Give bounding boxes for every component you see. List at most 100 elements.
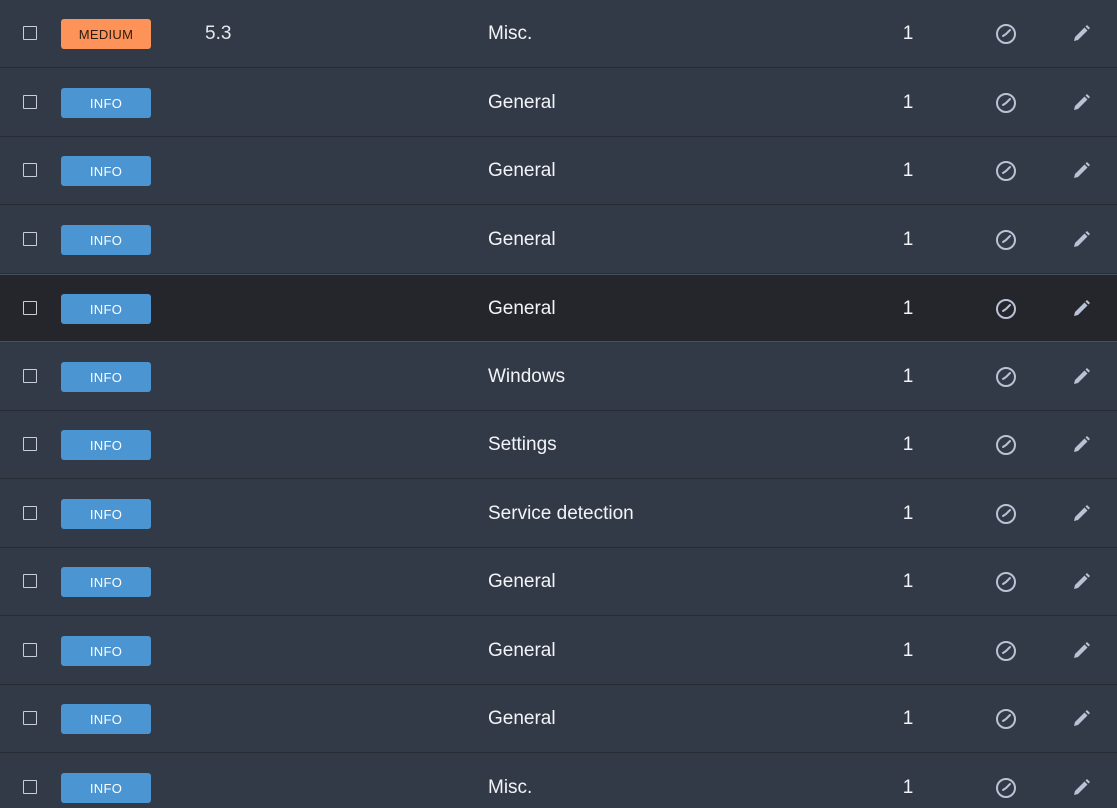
edit-button[interactable] — [1069, 707, 1093, 731]
instance-count: 1 — [902, 298, 914, 319]
severity-badge: MEDIUM — [61, 19, 151, 49]
clock-icon — [996, 230, 1016, 250]
severity-badge: INFO — [61, 499, 151, 529]
clock-icon — [996, 641, 1016, 661]
category-label: General — [488, 229, 556, 250]
edit-button[interactable] — [1069, 228, 1093, 252]
table-row[interactable]: INFO General 1 — [0, 69, 1117, 137]
edit-button[interactable] — [1069, 433, 1093, 457]
table-row[interactable]: INFO General 1 — [0, 206, 1117, 274]
table-row[interactable]: INFO Settings 1 — [0, 411, 1117, 479]
edit-button[interactable] — [1069, 159, 1093, 183]
category-label: Settings — [488, 434, 557, 455]
instance-count: 1 — [902, 366, 914, 387]
category-label: Windows — [488, 366, 566, 387]
row-checkbox[interactable] — [23, 95, 37, 109]
category-label: General — [488, 160, 556, 181]
severity-badge: INFO — [61, 773, 151, 803]
row-checkbox[interactable] — [23, 643, 37, 657]
row-checkbox[interactable] — [23, 369, 37, 383]
row-checkbox[interactable] — [23, 780, 37, 794]
table-row[interactable]: INFO General 1 — [0, 274, 1117, 342]
severity-badge: INFO — [61, 636, 151, 666]
row-checkbox[interactable] — [23, 163, 37, 177]
edit-button[interactable] — [1069, 91, 1093, 115]
pencil-icon — [1074, 779, 1090, 795]
pencil-icon — [1074, 642, 1090, 658]
edit-button[interactable] — [1069, 570, 1093, 594]
instance-count: 1 — [902, 777, 914, 798]
category-label: General — [488, 92, 556, 113]
clock-icon — [996, 93, 1016, 113]
edit-button[interactable] — [1069, 502, 1093, 526]
snooze-button[interactable] — [994, 433, 1018, 457]
pencil-icon — [1074, 300, 1090, 316]
edit-button[interactable] — [1069, 297, 1093, 321]
table-row[interactable]: INFO Misc. 1 — [0, 754, 1117, 808]
snooze-button[interactable] — [994, 570, 1018, 594]
snooze-button[interactable] — [994, 297, 1018, 321]
row-checkbox[interactable] — [23, 232, 37, 246]
edit-button[interactable] — [1069, 365, 1093, 389]
pencil-icon — [1074, 573, 1090, 589]
edit-button[interactable] — [1069, 639, 1093, 663]
findings-table: MEDIUM 5.3 Misc. 1 INFO General 1 INFO General 1 I… — [0, 0, 1117, 808]
snooze-button[interactable] — [994, 707, 1018, 731]
clock-icon — [996, 504, 1016, 524]
clock-icon — [996, 572, 1016, 592]
instance-count: 1 — [902, 160, 914, 181]
table-row[interactable]: INFO Windows 1 — [0, 343, 1117, 411]
table-row[interactable]: INFO General 1 — [0, 617, 1117, 685]
row-checkbox[interactable] — [23, 506, 37, 520]
row-checkbox[interactable] — [23, 437, 37, 451]
row-checkbox[interactable] — [23, 26, 37, 40]
category-label: General — [488, 298, 556, 319]
severity-badge: INFO — [61, 362, 151, 392]
edit-button[interactable] — [1069, 776, 1093, 800]
pencil-icon — [1074, 94, 1090, 110]
clock-icon — [996, 435, 1016, 455]
instance-count: 1 — [902, 23, 914, 44]
row-checkbox[interactable] — [23, 711, 37, 725]
severity-badge: INFO — [61, 567, 151, 597]
snooze-button[interactable] — [994, 776, 1018, 800]
category-label: Misc. — [488, 777, 533, 798]
instance-count: 1 — [902, 229, 914, 250]
pencil-icon — [1074, 162, 1090, 178]
category-label: General — [488, 640, 556, 661]
snooze-button[interactable] — [994, 22, 1018, 46]
instance-count: 1 — [902, 92, 914, 113]
table-row[interactable]: INFO General 1 — [0, 137, 1117, 205]
pencil-icon — [1074, 368, 1090, 384]
category-label: General — [488, 571, 556, 592]
instance-count: 1 — [902, 503, 914, 524]
category-label: General — [488, 708, 556, 729]
category-label: Service detection — [488, 503, 634, 524]
severity-badge: INFO — [61, 88, 151, 118]
table-row[interactable]: MEDIUM 5.3 Misc. 1 — [0, 0, 1117, 68]
snooze-button[interactable] — [994, 228, 1018, 252]
category-label: Misc. — [488, 23, 533, 44]
snooze-button[interactable] — [994, 502, 1018, 526]
cvss-score: 5.3 — [205, 23, 232, 44]
edit-button[interactable] — [1069, 22, 1093, 46]
pencil-icon — [1074, 710, 1090, 726]
table-row[interactable]: INFO General 1 — [0, 548, 1117, 616]
clock-icon — [996, 299, 1016, 319]
row-checkbox[interactable] — [23, 301, 37, 315]
snooze-button[interactable] — [994, 365, 1018, 389]
pencil-icon — [1074, 505, 1090, 521]
snooze-button[interactable] — [994, 91, 1018, 115]
pencil-icon — [1074, 436, 1090, 452]
table-row[interactable]: INFO Service detection 1 — [0, 480, 1117, 548]
severity-badge: INFO — [61, 294, 151, 324]
instance-count: 1 — [902, 434, 914, 455]
instance-count: 1 — [902, 571, 914, 592]
table-row[interactable]: INFO General 1 — [0, 685, 1117, 753]
snooze-button[interactable] — [994, 159, 1018, 183]
pencil-icon — [1074, 231, 1090, 247]
row-checkbox[interactable] — [23, 574, 37, 588]
instance-count: 1 — [902, 640, 914, 661]
snooze-button[interactable] — [994, 639, 1018, 663]
clock-icon — [996, 24, 1016, 44]
